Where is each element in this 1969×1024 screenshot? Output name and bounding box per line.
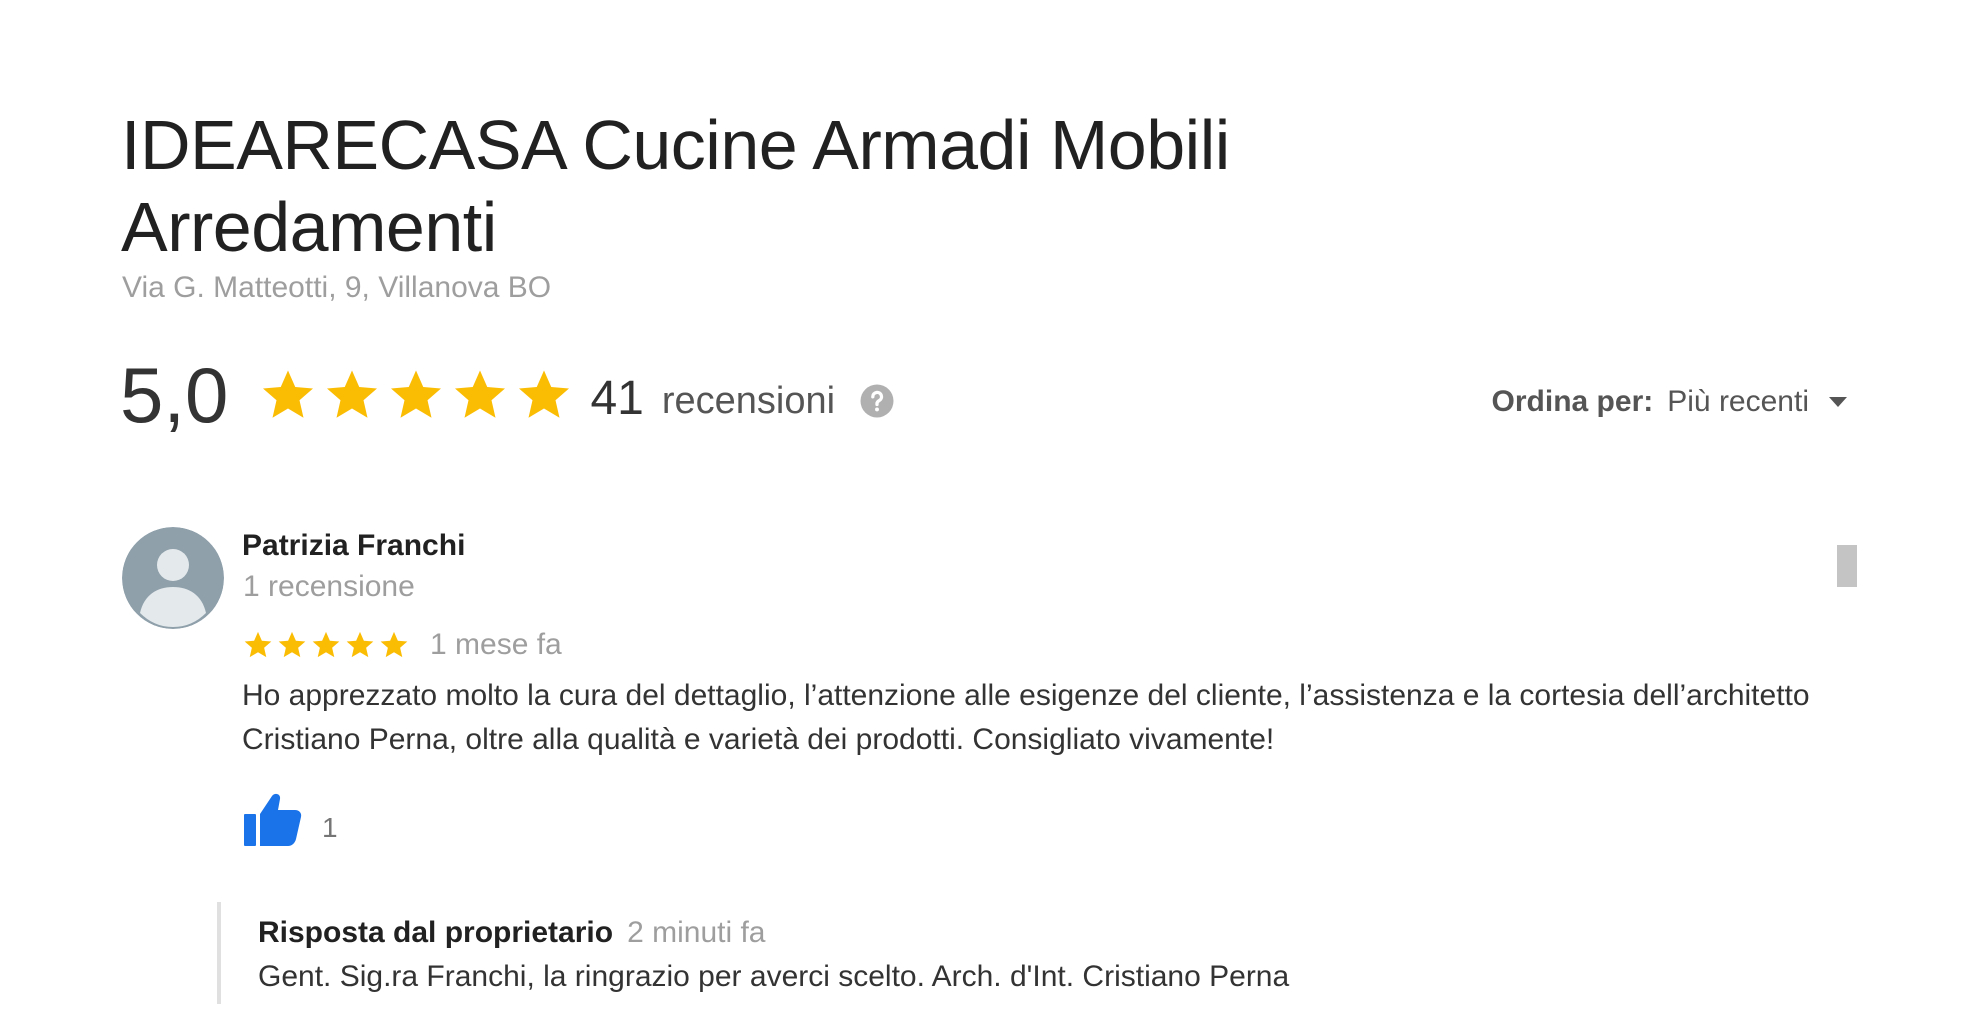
reviewer-name[interactable]: Patrizia Franchi [242,529,465,563]
owner-reply: Risposta dal proprietario 2 minuti fa Ge… [217,902,1721,1004]
owner-reply-title: Risposta dal proprietario [258,916,614,949]
star-icon [327,370,378,418]
reviews-page: IDEARECASA Cucine Armadi Mobili Arredame… [0,0,1969,1024]
sort-label: Ordina per: [1491,385,1654,418]
star-icon [244,631,272,658]
business-address: Via G. Matteotti, 9, Villanova BO [122,271,552,304]
sort-value[interactable]: Più recenti [1667,385,1809,419]
owner-reply-header: Risposta dal proprietario 2 minuti fa [258,916,765,950]
review-text: Ho apprezzato molto la cura del dettagli… [242,679,1810,756]
star-icon [455,370,506,418]
business-title: IDEARECASA Cucine Armadi Mobili Arredame… [121,106,1230,266]
reviewer-review-count: 1 recensione [243,570,415,603]
help-icon[interactable] [859,383,895,419]
review-date: 1 mese fa [430,628,562,661]
review-rating-row: 1 mese fa [242,628,562,662]
star-icon [391,370,442,418]
scrollbar-thumb[interactable] [1837,545,1857,587]
star-icon [278,631,306,658]
star-icon [263,370,314,418]
like-row: 1 [242,790,338,848]
star-icon [346,631,374,658]
chevron-down-icon[interactable] [1827,395,1849,409]
review-count-label: recensioni [661,379,836,422]
star-icon [312,631,340,658]
review-count: 41 [590,371,644,425]
star-icon [519,370,570,418]
review-stars [242,629,410,661]
like-count: 1 [322,812,338,843]
owner-reply-date: 2 minuti fa [627,916,766,949]
person-icon [122,527,224,629]
rating-stars [258,365,574,425]
rating-value: 5,0 [120,351,229,439]
thumbs-up-icon[interactable] [242,790,304,848]
sort-dropdown[interactable]: Ordina per: Più recenti [1492,385,1849,419]
avatar[interactable] [122,527,224,629]
owner-reply-text: Gent. Sig.ra Franchi, la ringrazio per a… [258,960,1290,993]
rating-summary: 5,0 41 recensioni [120,350,895,440]
star-icon [380,631,408,658]
